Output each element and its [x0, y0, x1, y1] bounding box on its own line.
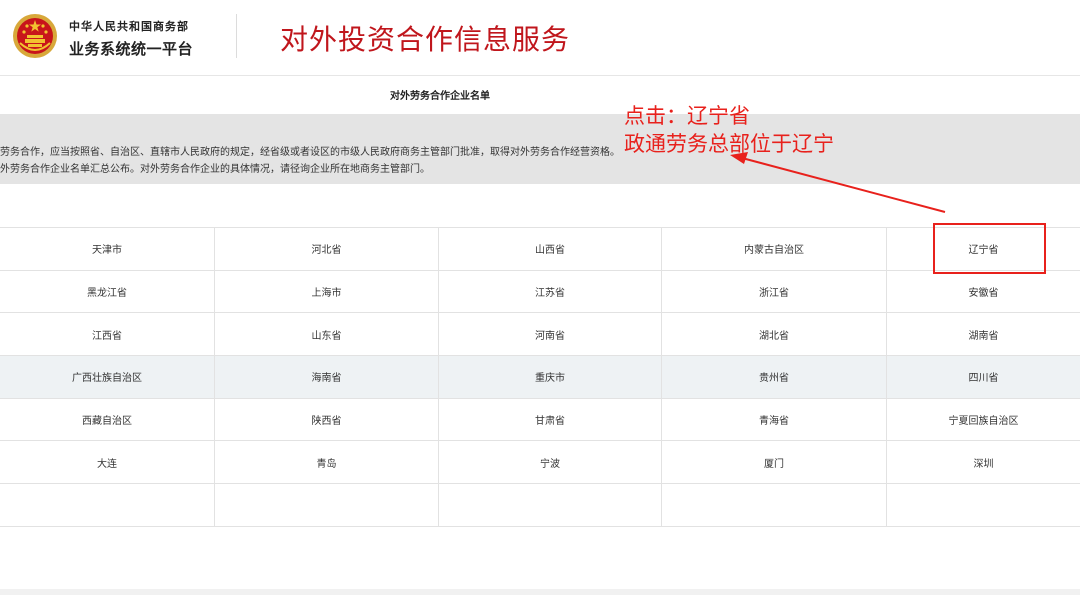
region-link[interactable]: 陕西省 [215, 398, 439, 441]
national-emblem-icon [13, 14, 57, 58]
region-link[interactable]: 浙江省 [662, 270, 887, 313]
page-title[interactable]: 对外投资合作信息服务 [280, 18, 570, 58]
region-link[interactable]: 湖北省 [662, 313, 887, 356]
region-link[interactable]: 西藏自治区 [0, 398, 215, 441]
table-row: 西藏自治区 陕西省 甘肃省 青海省 宁夏回族自治区 [0, 398, 1080, 442]
platform-name: 业务系统统一平台 [69, 40, 194, 58]
annotation-click-hint: 点击：辽宁省 [624, 104, 750, 128]
region-link[interactable]: 深圳 [887, 441, 1080, 483]
region-link[interactable]: 重庆市 [439, 356, 662, 398]
region-link[interactable]: 大连 [0, 441, 215, 484]
empty-cell [0, 484, 215, 526]
region-link[interactable]: 四川省 [887, 356, 1080, 398]
notice-text-line2: 外劳务合作企业名单汇总公布。对外劳务合作企业的具体情况，请径询企业所在地商务主管… [0, 164, 430, 175]
region-link[interactable]: 海南省 [215, 356, 439, 398]
region-link[interactable]: 甘肃省 [439, 398, 662, 441]
region-link[interactable]: 河北省 [215, 228, 439, 270]
empty-cell [215, 484, 439, 526]
annotation-hq-note: 政通劳务总部位于辽宁 [624, 132, 834, 156]
region-link[interactable]: 天津市 [0, 228, 215, 270]
region-link[interactable]: 宁波 [439, 441, 662, 484]
region-link[interactable]: 上海市 [215, 270, 439, 313]
table-row: 江西省 山东省 河南省 湖北省 湖南省 [0, 313, 1080, 357]
table-row: 大连 青岛 宁波 厦门 深圳 [0, 441, 1080, 485]
empty-cell [439, 484, 662, 526]
region-link[interactable]: 青岛 [215, 441, 439, 484]
region-link[interactable]: 内蒙古自治区 [662, 228, 887, 270]
empty-cell [662, 484, 887, 526]
region-link[interactable]: 河南省 [439, 313, 662, 356]
table-row: 天津市 河北省 山西省 内蒙古自治区 辽宁省 [0, 228, 1080, 271]
region-link[interactable]: 贵州省 [662, 356, 887, 398]
footer-bar [0, 589, 1080, 595]
notice-text-line1: 劳务合作，应当按照省、自治区、直辖市人民政府的规定，经省级或者设区的市级人民政府… [0, 147, 620, 158]
annotation-highlight-box [933, 223, 1046, 274]
region-link[interactable]: 广西壮族自治区 [0, 356, 215, 398]
region-link[interactable]: 宁夏回族自治区 [887, 399, 1080, 441]
empty-cell [887, 484, 1080, 526]
region-link[interactable]: 青海省 [662, 398, 887, 441]
region-link[interactable]: 山东省 [215, 313, 439, 356]
header-divider [236, 14, 237, 58]
region-link[interactable]: 江苏省 [439, 270, 662, 313]
region-link[interactable]: 湖南省 [887, 313, 1080, 355]
region-link[interactable]: 厦门 [662, 441, 887, 484]
region-link[interactable]: 山西省 [439, 228, 662, 270]
region-link[interactable]: 安徽省 [887, 271, 1080, 313]
table-row: 黑龙江省 上海市 江苏省 浙江省 安徽省 [0, 270, 1080, 314]
table-row-hover: 广西壮族自治区 海南省 重庆市 贵州省 四川省 [0, 356, 1080, 399]
region-link[interactable]: 黑龙江省 [0, 270, 215, 313]
org-name: 中华人民共和国商务部 [69, 20, 189, 33]
table-row-empty [0, 484, 1080, 527]
notice-box: 劳务合作，应当按照省、自治区、直辖市人民政府的规定，经省级或者设区的市级人民政府… [0, 114, 1080, 184]
region-link[interactable]: 江西省 [0, 313, 215, 356]
region-table: 天津市 河北省 山西省 内蒙古自治区 辽宁省 黑龙江省 上海市 江苏省 浙江省 … [0, 227, 1080, 527]
site-header: 中华人民共和国商务部 业务系统统一平台 对外投资合作信息服务 [0, 0, 1080, 76]
